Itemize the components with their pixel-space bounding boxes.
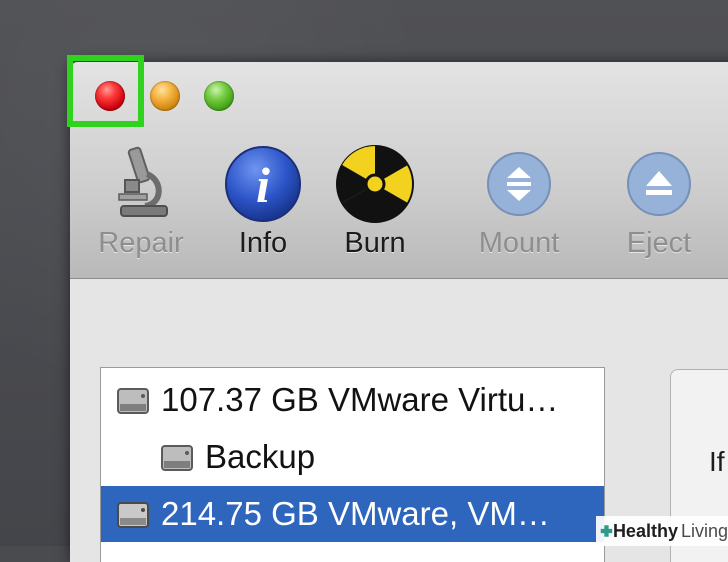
disk-item-vmware-214[interactable]: 214.75 GB VMware, VM… [101,486,604,542]
disk-item-label: 107.37 GB VMware Virtu… [161,381,559,418]
repair-label: Repair [98,227,184,259]
eject-button[interactable]: Eject [604,144,714,260]
volume-item-backup[interactable]: Backup [101,429,604,485]
repair-button[interactable]: Repair [86,144,196,260]
eject-label: Eject [626,227,692,259]
toolbar: Repair i Info Burn Mount Eject [70,62,728,279]
mount-label: Mount [478,227,560,259]
info-icon: i [223,144,303,224]
hard-drive-icon [117,502,149,528]
info-button[interactable]: i Info [208,144,318,260]
mount-button[interactable]: Mount [464,144,574,260]
info-panel-text: If [709,446,725,477]
disk-item-label: 214.75 GB VMware, VM… [161,495,550,532]
minimize-button[interactable] [150,81,180,111]
disk-utility-window: Repair i Info Burn Mount Eject 107.37 GB… [70,62,728,562]
disk-list: 107.37 GB VMware Virtu… Backup 214.75 GB… [100,367,605,562]
info-label: Info [238,227,288,259]
radiation-icon [335,144,415,224]
hard-drive-icon [161,445,193,471]
microscope-icon [101,144,181,224]
disk-item-vmware-107[interactable]: 107.37 GB VMware Virtu… [101,372,604,428]
burn-button[interactable]: Burn [320,144,430,260]
mount-icon [479,144,559,224]
volume-item-label: Backup [205,438,316,475]
watermark-bold: Healthy [612,520,678,541]
cross-icon [600,525,613,537]
hard-drive-icon [117,388,149,414]
burn-label: Burn [344,227,406,259]
eject-icon [619,144,699,224]
close-button-highlight [67,55,144,127]
watermark-light: Living [680,520,728,541]
zoom-button[interactable] [204,81,234,111]
watermark: Healthy Living [596,516,728,546]
svg-text:i: i [256,157,270,213]
